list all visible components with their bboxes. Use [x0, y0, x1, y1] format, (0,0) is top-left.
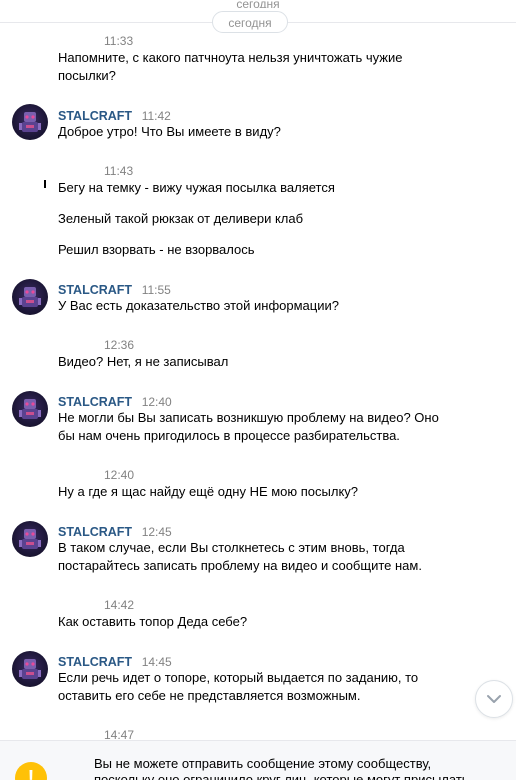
message-line: оставить его себе не представляется возм… — [58, 688, 361, 703]
notice-line: Вы не можете отправить сообщение этому с… — [94, 756, 432, 771]
sender-name[interactable]: STALCRAFT — [58, 283, 132, 297]
message-text: Напомните, с какого патчноута нельзя уни… — [58, 49, 498, 85]
message-header: STALCRAFT 14:45 — [58, 654, 172, 669]
message-time: 11:33 — [104, 34, 134, 48]
community-avatar[interactable] — [12, 104, 48, 140]
message-time: 11:42 — [141, 109, 171, 123]
message-text: Если речь идет о топоре, который выдаетс… — [58, 669, 498, 705]
message-header: STALCRAFT 11:42 — [58, 108, 171, 123]
message-text: Не могли бы Вы записать возникшую пробле… — [58, 409, 498, 445]
community-avatar[interactable] — [12, 521, 48, 557]
message-header: STALCRAFT 12:40 — [58, 394, 172, 409]
message-time: 12:40 — [104, 468, 135, 482]
message-line: Зеленый такой рюкзак от деливери клаб — [58, 211, 304, 226]
message-line: Ну а где я щас найду ещё одну НЕ мою пос… — [58, 484, 359, 499]
sender-name[interactable]: STALCRAFT — [58, 395, 132, 409]
message-time: 11:55 — [141, 283, 171, 297]
date-header-cut: сегодня — [236, 0, 280, 8]
message-line: бы нам очень пригодилось в процессе разб… — [58, 428, 400, 443]
sender-name[interactable]: STALCRAFT — [58, 655, 132, 669]
message-text: В таком случае, если Вы столкнетесь с эт… — [58, 539, 498, 575]
community-avatar[interactable] — [12, 279, 48, 315]
robot-avatar-icon — [19, 287, 41, 307]
chevron-down-icon — [487, 695, 501, 703]
message-line: Бегу на темку - вижу чужая посылка валяе… — [58, 180, 335, 195]
message-line: постарайтесь записать проблему на видео … — [58, 558, 422, 573]
message-text: Доброе утро! Что Вы имеете в виду? — [58, 123, 498, 141]
messaging-restricted-notice: ! Вы не можете отправить сообщение этому… — [0, 740, 516, 780]
community-avatar[interactable] — [12, 651, 48, 687]
message-line: В таком случае, если Вы столкнетесь с эт… — [58, 540, 405, 555]
message-time: 11:43 — [104, 164, 134, 178]
robot-avatar-icon — [19, 659, 41, 679]
robot-avatar-icon — [19, 112, 41, 132]
community-avatar[interactable] — [12, 391, 48, 427]
message-line: Как оставить топор Деда себе? — [58, 614, 248, 629]
message-line: посылки? — [58, 68, 116, 83]
sender-name[interactable]: STALCRAFT — [58, 109, 132, 123]
message-time: 12:40 — [141, 395, 172, 409]
message-line: Доброе утро! Что Вы имеете в виду? — [58, 124, 281, 139]
sender-name[interactable]: STALCRAFT — [58, 525, 132, 539]
message-line: Если речь идет о топоре, который выдаетс… — [58, 670, 419, 685]
robot-avatar-icon — [19, 399, 41, 419]
message-line: Не могли бы Вы записать возникшую пробле… — [58, 410, 439, 425]
message-time: 14:45 — [141, 655, 172, 669]
message-line: Видео? Нет, я не записывал — [58, 354, 229, 369]
text-cursor — [44, 180, 46, 188]
message-time: 12:36 — [104, 338, 135, 352]
message-line: Решил взорвать - не взорвалось — [58, 242, 255, 257]
message-header: STALCRAFT 12:45 — [58, 524, 172, 539]
message-header: STALCRAFT 11:55 — [58, 282, 171, 297]
scroll-to-bottom-button[interactable] — [475, 680, 513, 718]
message-time: 14:42 — [104, 598, 135, 612]
warning-icon: ! — [15, 762, 47, 780]
message-line: У Вас есть доказательство этой информаци… — [58, 298, 339, 313]
robot-avatar-icon — [19, 529, 41, 549]
message-line: Напомните, с какого патчноута нельзя уни… — [58, 50, 403, 65]
notice-text: Вы не можете отправить сообщение этому с… — [94, 756, 494, 780]
date-pill: сегодня — [212, 11, 288, 33]
message-time: 12:45 — [141, 525, 172, 539]
